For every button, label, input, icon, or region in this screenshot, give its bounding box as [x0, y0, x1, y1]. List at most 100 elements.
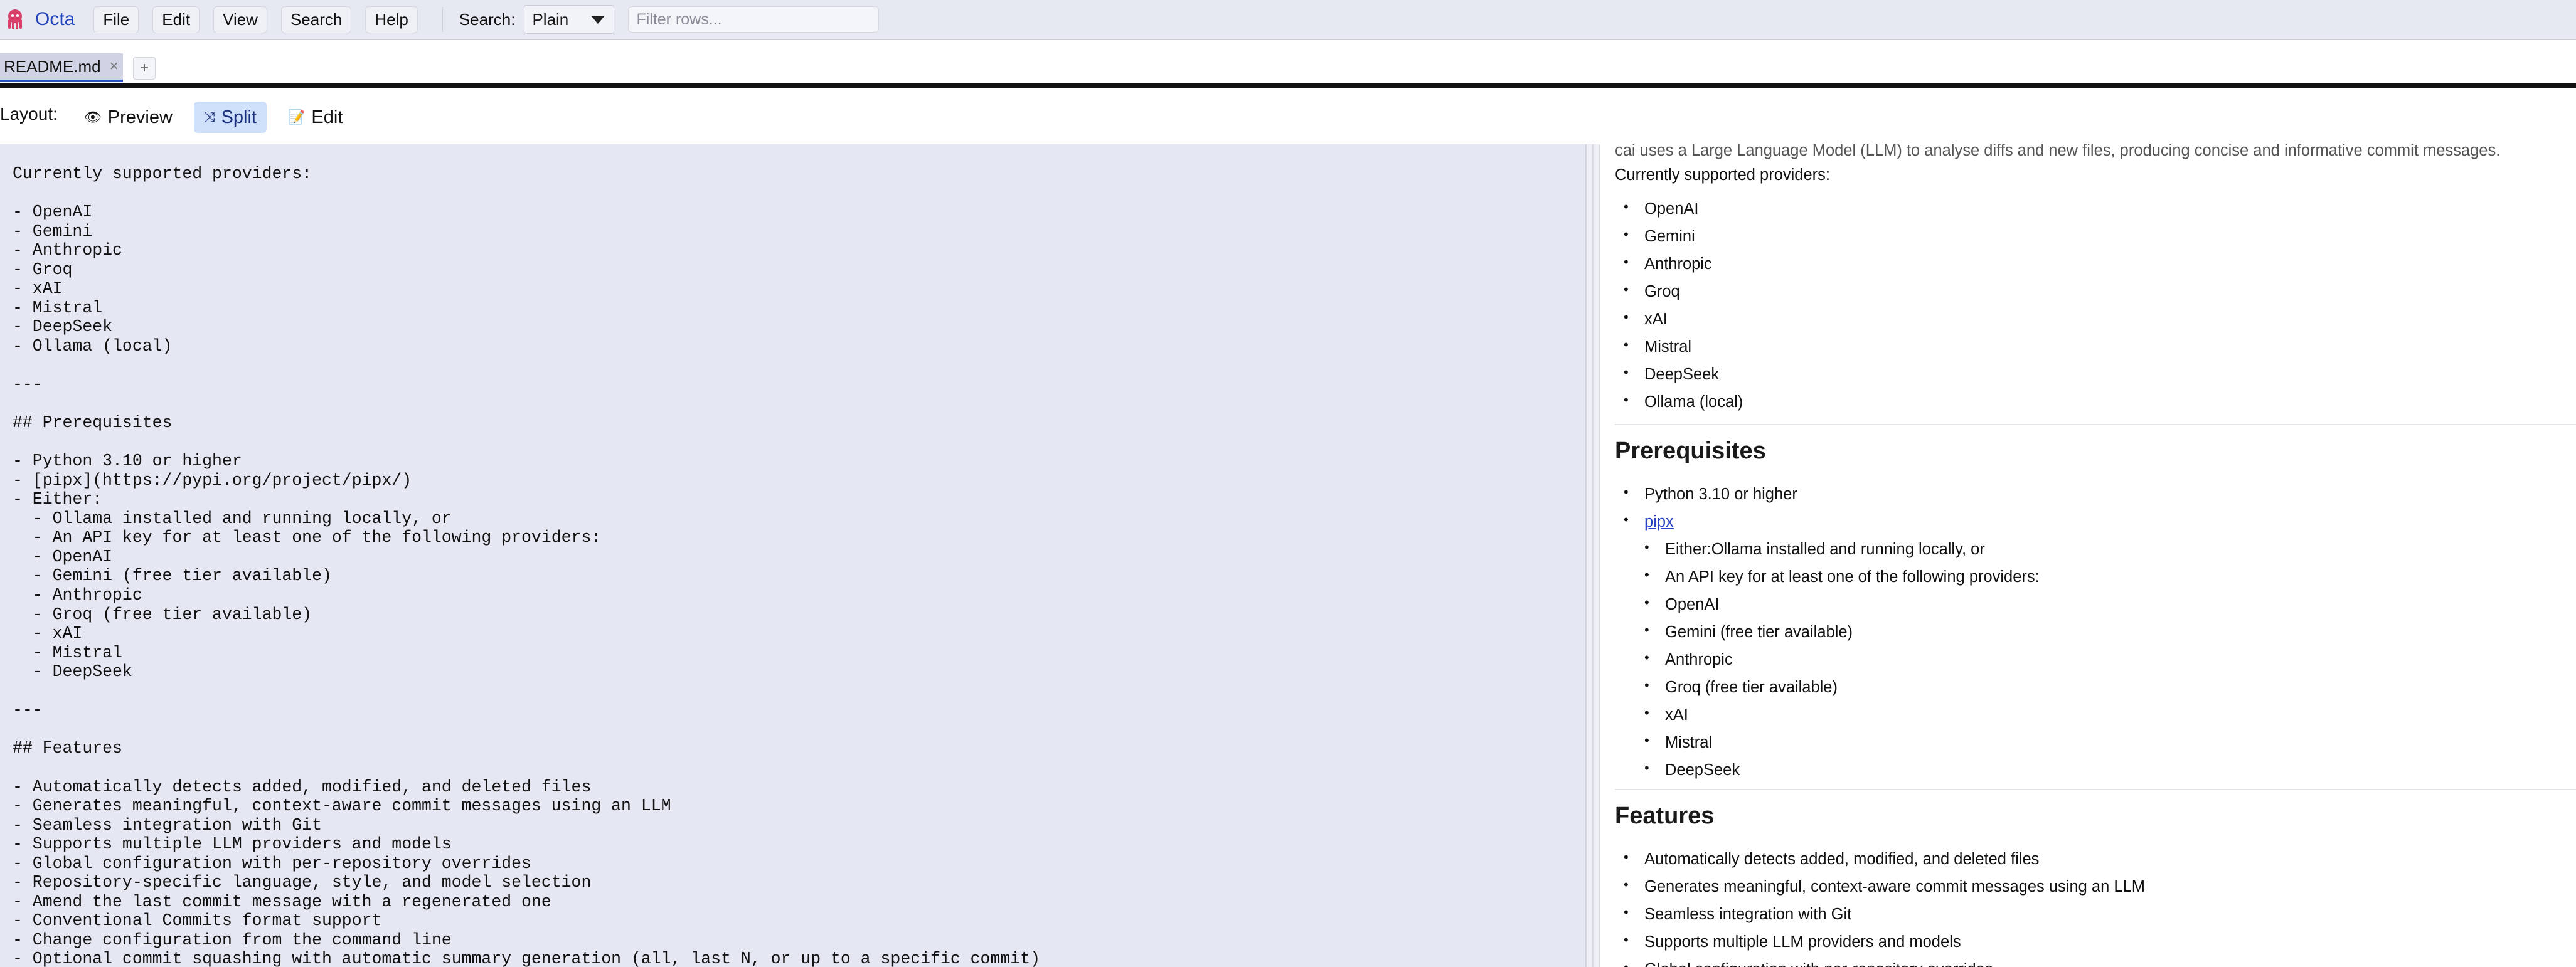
menu-divider [441, 7, 443, 32]
editor-line[interactable]: - xAI [13, 279, 1585, 299]
list-item: DeepSeek [1615, 359, 2576, 388]
layout-split-button[interactable]: ⤨ Split [193, 102, 267, 133]
list-item: Anthropic [1615, 644, 2576, 674]
menu-edit[interactable]: Edit [152, 6, 200, 33]
providers-heading-block: Currently supported providers: [1615, 166, 2576, 184]
list-item: Anthropic [1615, 248, 2576, 278]
editor-line[interactable]: - Ollama installed and running locally, … [13, 509, 1585, 529]
editor-line[interactable] [13, 184, 1585, 203]
layout-toolbar: Layout: 👁 Preview ⤨ Split 📝 Edit [0, 97, 2576, 137]
list-item: Mistral [1615, 727, 2576, 756]
editor-line[interactable]: - Amend the last commit message with a r… [13, 892, 1585, 912]
editor-line[interactable]: - DeepSeek [13, 317, 1585, 337]
markdown-editor[interactable]: Currently supported providers: - OpenAI - … [0, 144, 1586, 967]
search-mode-select[interactable]: Plain [524, 5, 615, 34]
menu-view[interactable]: View [213, 6, 267, 33]
editor-line[interactable]: ## Prerequisites [13, 413, 1585, 433]
editor-line[interactable]: - An API key for at least one of the fol… [13, 528, 1585, 547]
pipx-link[interactable]: pipx [1644, 513, 1674, 531]
editor-line[interactable]: --- [13, 375, 1585, 394]
features-heading-block: Features [1615, 803, 2576, 830]
menu-search[interactable]: Search [280, 6, 352, 33]
editor-line[interactable]: - xAI [13, 624, 1585, 643]
editor-line[interactable]: - Optional commit squashing with automat… [13, 949, 1585, 967]
editor-line[interactable] [13, 720, 1585, 739]
layout-label: Layout: [0, 104, 58, 124]
prereq-nested-list: Either:Ollama installed and running loca… [1615, 534, 2576, 784]
editor-line[interactable]: - Mistral [13, 643, 1585, 663]
editor-line[interactable] [13, 682, 1585, 701]
editor-line[interactable]: - [pipx](https://pypi.org/project/pipx/) [13, 471, 1585, 490]
editor-line[interactable]: - Global configuration with per-reposito… [13, 854, 1585, 874]
editor-line[interactable]: - Python 3.10 or higher [13, 452, 1585, 471]
editor-line[interactable]: - Groq (free tier available) [13, 605, 1585, 625]
list-item: Groq [1615, 276, 2576, 305]
list-item: Supports multiple LLM providers and mode… [1615, 926, 2576, 956]
list-item: Groq (free tier available) [1615, 672, 2576, 701]
search-mode-value: Plain [532, 9, 569, 29]
editor-line[interactable]: - Seamless integration with Git [13, 816, 1585, 835]
split-divider[interactable] [1586, 144, 1600, 967]
editor-line[interactable]: - Mistral [13, 299, 1585, 318]
menubar: Octa File Edit View Search Help Search: … [0, 0, 2576, 40]
list-item: xAI [1615, 304, 2576, 333]
menu-help[interactable]: Help [365, 6, 418, 33]
editor-line[interactable]: - Either: [13, 490, 1585, 509]
editor-line[interactable]: - Repository-specific language, style, a… [13, 873, 1585, 892]
providers-heading: Currently supported providers: [1615, 166, 1830, 184]
section-divider [1615, 424, 2576, 425]
list-item: OpenAI [1615, 193, 2576, 223]
list-item: An API key for at least one of the follo… [1615, 561, 2576, 591]
octopus-icon [8, 9, 22, 29]
list-item: Either:Ollama installed and running loca… [1615, 534, 2576, 563]
editor-line[interactable]: - OpenAI [13, 547, 1585, 567]
editor-line[interactable]: - Change configuration from the command … [13, 931, 1585, 950]
editor-line[interactable] [13, 758, 1585, 778]
editor-line[interactable]: - Automatically detects added, modified,… [13, 778, 1585, 797]
editor-line[interactable] [13, 394, 1585, 414]
close-icon[interactable]: × [110, 58, 119, 75]
shuffle-icon: ⤨ [203, 109, 215, 125]
filter-rows-input[interactable] [628, 6, 880, 33]
editor-line[interactable]: - DeepSeek [13, 662, 1585, 682]
features-list: Automatically detects added, modified, a… [1615, 843, 2576, 967]
list-item: Global configuration with per-repository… [1615, 954, 2576, 967]
tab-readme[interactable]: README.md × [0, 53, 123, 82]
editor-line[interactable]: - Anthropic [13, 241, 1585, 260]
editor-line[interactable]: ## Features [13, 739, 1585, 758]
editor-line[interactable] [13, 356, 1585, 375]
editor-line[interactable]: - Groq [13, 260, 1585, 280]
tab-label: README.md [4, 56, 101, 76]
editor-line[interactable]: - Ollama (local) [13, 337, 1585, 356]
list-item: pipx [1615, 506, 2576, 536]
chevron-down-icon [591, 15, 605, 24]
markdown-preview: cai uses a Large Language Model (LLM) to… [1615, 144, 2576, 967]
section-divider [1615, 789, 2576, 790]
search-label: Search: [459, 9, 516, 29]
eye-icon: 👁 [83, 109, 102, 125]
editor-line[interactable]: - Supports multiple LLM providers and mo… [13, 835, 1585, 854]
editor-line[interactable]: - Conventional Commits format support [13, 911, 1585, 931]
layout-edit-label: Edit [311, 107, 343, 127]
editor-line[interactable]: - OpenAI [13, 203, 1585, 222]
app-name: Octa [35, 9, 75, 29]
list-item: Mistral [1615, 331, 2576, 361]
add-tab-button[interactable]: + [133, 57, 156, 80]
list-item: Gemini [1615, 221, 2576, 250]
editor-line[interactable]: --- [13, 700, 1585, 720]
editor-text[interactable]: Currently supported providers: - OpenAI - … [0, 144, 1585, 967]
editor-line[interactable]: - Anthropic [13, 586, 1585, 605]
prereq-heading-block: Prerequisites [1615, 438, 2576, 465]
editor-line[interactable]: - Generates meaningful, context-aware co… [13, 796, 1585, 816]
editor-line[interactable]: - Gemini [13, 222, 1585, 241]
editor-line[interactable]: Currently supported providers: [13, 164, 1585, 184]
editor-line[interactable] [13, 433, 1585, 452]
layout-edit-button[interactable]: 📝 Edit [278, 102, 353, 133]
menu-file[interactable]: File [93, 6, 139, 33]
layout-preview-label: Preview [107, 107, 173, 127]
preview-intro: cai uses a Large Language Model (LLM) to… [1615, 144, 2501, 159]
app-logo: Octa [3, 7, 75, 32]
layout-preview-button[interactable]: 👁 Preview [74, 102, 183, 133]
list-item: Automatically detects added, modified, a… [1615, 843, 2576, 873]
editor-line[interactable]: - Gemini (free tier available) [13, 566, 1585, 586]
